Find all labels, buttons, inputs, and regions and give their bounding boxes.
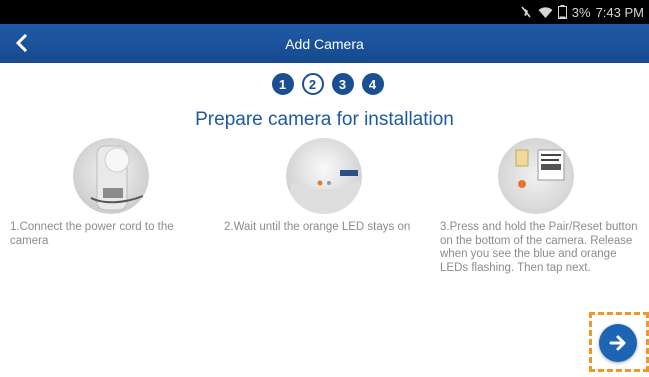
battery-level: 3% — [571, 4, 591, 20]
mute-icon — [519, 5, 533, 19]
back-button[interactable] — [8, 30, 34, 56]
instruction-card-3: 3.Press and hold the Pair/Reset button o… — [440, 138, 645, 275]
instruction-card-2: 2.Wait until the orange LED stays on — [224, 138, 424, 235]
step-4: 4 — [361, 73, 384, 95]
camera-power-cord-image — [73, 138, 149, 214]
step-2: 2 — [301, 73, 324, 95]
wifi-icon — [538, 6, 553, 19]
chevron-left-icon — [15, 34, 28, 52]
step-1: 1 — [271, 73, 294, 95]
app-bar: Add Camera — [0, 24, 649, 63]
clock: 7:43 PM — [595, 4, 644, 20]
arrow-right-icon — [609, 335, 626, 351]
camera-led-image — [286, 138, 362, 214]
section-heading: Prepare camera for installation — [195, 109, 454, 130]
instruction-text-3: 3.Press and hold the Pair/Reset button o… — [440, 221, 638, 274]
status-bar: 3% 7:43 PM — [0, 0, 649, 24]
instruction-card-1: 1.Connect the power cord to the camera — [10, 138, 205, 248]
instruction-text-2: 2.Wait until the orange LED stays on — [224, 221, 411, 233]
instruction-text-1: 1.Connect the power cord to the camera — [10, 221, 174, 247]
page-title: Add Camera — [285, 35, 364, 52]
step-indicator: 1 2 3 4 — [0, 73, 649, 97]
step-3: 3 — [331, 73, 354, 95]
next-button[interactable] — [599, 324, 637, 362]
battery-icon — [557, 5, 567, 19]
camera-bottom-image — [498, 138, 574, 214]
